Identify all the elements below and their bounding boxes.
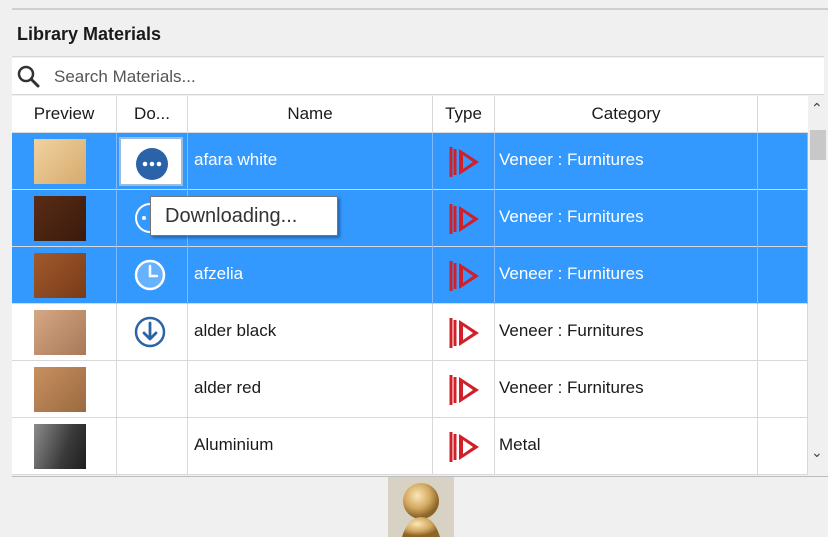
- category-cell: Veneer : Furnitures: [495, 247, 758, 304]
- category-cell: Veneer : Furnitures: [495, 361, 758, 418]
- column-header-extra: [758, 96, 808, 132]
- category-cell: Veneer : Furnitures: [495, 304, 758, 361]
- material-name: alder red: [194, 378, 262, 397]
- search-input[interactable]: [52, 63, 756, 91]
- extra-cell: [758, 247, 808, 304]
- name-cell: alder black: [188, 304, 433, 361]
- material-category: Veneer : Furnitures: [499, 207, 644, 226]
- scroll-thumb[interactable]: [810, 130, 826, 160]
- category-cell: Metal: [495, 418, 758, 475]
- name-cell: afzelia: [188, 247, 433, 304]
- material-type-icon: [449, 375, 479, 405]
- name-cell: Aluminium: [188, 418, 433, 475]
- material-category: Veneer : Furnitures: [499, 150, 644, 169]
- extra-cell: [758, 133, 808, 190]
- download-arrow-icon[interactable]: [132, 314, 168, 350]
- type-cell: [433, 361, 495, 418]
- download-status-box[interactable]: [119, 137, 183, 186]
- type-cell: [433, 418, 495, 475]
- category-cell: Veneer : Furnitures: [495, 190, 758, 247]
- download-cell: [117, 133, 188, 190]
- preview-cell: [12, 304, 117, 361]
- material-category: Veneer : Furnitures: [499, 321, 644, 340]
- download-cell: [117, 247, 188, 304]
- material-type-icon: [449, 147, 479, 177]
- type-cell: [433, 133, 495, 190]
- panel-header: Library Materials: [12, 12, 824, 57]
- material-name: Aluminium: [194, 435, 274, 454]
- search-icon: [17, 65, 40, 88]
- material-swatch: [34, 196, 86, 241]
- material-name: afara white: [194, 150, 278, 169]
- top-divider: [12, 8, 828, 10]
- table-header: Preview Do... Name Type Category: [12, 96, 808, 133]
- search-bar: [12, 58, 824, 95]
- table-row[interactable]: afara white Veneer : Furnitures: [12, 133, 808, 190]
- table-row[interactable]: Veneer : Furnitures: [12, 190, 808, 247]
- preview-cell: [12, 190, 117, 247]
- preview-cell: [12, 247, 117, 304]
- material-category: Metal: [499, 435, 541, 454]
- download-cell: [117, 361, 188, 418]
- vertical-scrollbar[interactable]: ⌃ ⌄: [808, 96, 828, 472]
- name-cell: alder red: [188, 361, 433, 418]
- scroll-down-arrow-icon[interactable]: ⌄: [811, 444, 823, 461]
- material-type-icon: [449, 261, 479, 291]
- more-options-icon[interactable]: [134, 146, 170, 182]
- table-row[interactable]: Aluminium Metal: [12, 418, 808, 475]
- material-category: Veneer : Furnitures: [499, 378, 644, 397]
- extra-cell: [758, 190, 808, 247]
- table-row[interactable]: alder red Veneer : Furnitures: [12, 361, 808, 418]
- category-cell: Veneer : Furnitures: [495, 133, 758, 190]
- material-name: alder black: [194, 321, 277, 340]
- material-swatch: [34, 424, 86, 469]
- type-cell: [433, 190, 495, 247]
- material-preview-image: [388, 477, 454, 537]
- material-swatch: [34, 367, 86, 412]
- column-header-category[interactable]: Category: [495, 96, 758, 132]
- type-cell: [433, 304, 495, 361]
- extra-cell: [758, 304, 808, 361]
- table-row[interactable]: afzelia Veneer : Furnitures: [12, 247, 808, 304]
- downloading-tooltip: Downloading...: [150, 196, 338, 236]
- materials-table: Preview Do... Name Type Category afara w…: [12, 96, 808, 475]
- material-swatch: [34, 139, 86, 184]
- download-cell: [117, 418, 188, 475]
- download-cell: [117, 304, 188, 361]
- material-type-icon: [449, 318, 479, 348]
- material-swatch: [34, 253, 86, 298]
- extra-cell: [758, 418, 808, 475]
- table-row[interactable]: alder black Veneer : Furnitures: [12, 304, 808, 361]
- clock-icon[interactable]: [132, 257, 168, 293]
- panel-title: Library Materials: [17, 24, 162, 44]
- column-header-name[interactable]: Name: [188, 96, 433, 132]
- extra-cell: [758, 361, 808, 418]
- material-swatch: [34, 310, 86, 355]
- preview-cell: [12, 418, 117, 475]
- name-cell: afara white: [188, 133, 433, 190]
- type-cell: [433, 247, 495, 304]
- material-name: afzelia: [194, 264, 244, 283]
- material-type-icon: [449, 432, 479, 462]
- material-category: Veneer : Furnitures: [499, 264, 644, 283]
- column-header-preview[interactable]: Preview: [12, 96, 117, 132]
- scroll-up-arrow-icon[interactable]: ⌃: [811, 100, 823, 117]
- preview-cell: [12, 361, 117, 418]
- material-preview-pane: [12, 476, 828, 537]
- material-type-icon: [449, 204, 479, 234]
- column-header-type[interactable]: Type: [433, 96, 495, 132]
- preview-cell: [12, 133, 117, 190]
- column-header-download[interactable]: Do...: [117, 96, 188, 132]
